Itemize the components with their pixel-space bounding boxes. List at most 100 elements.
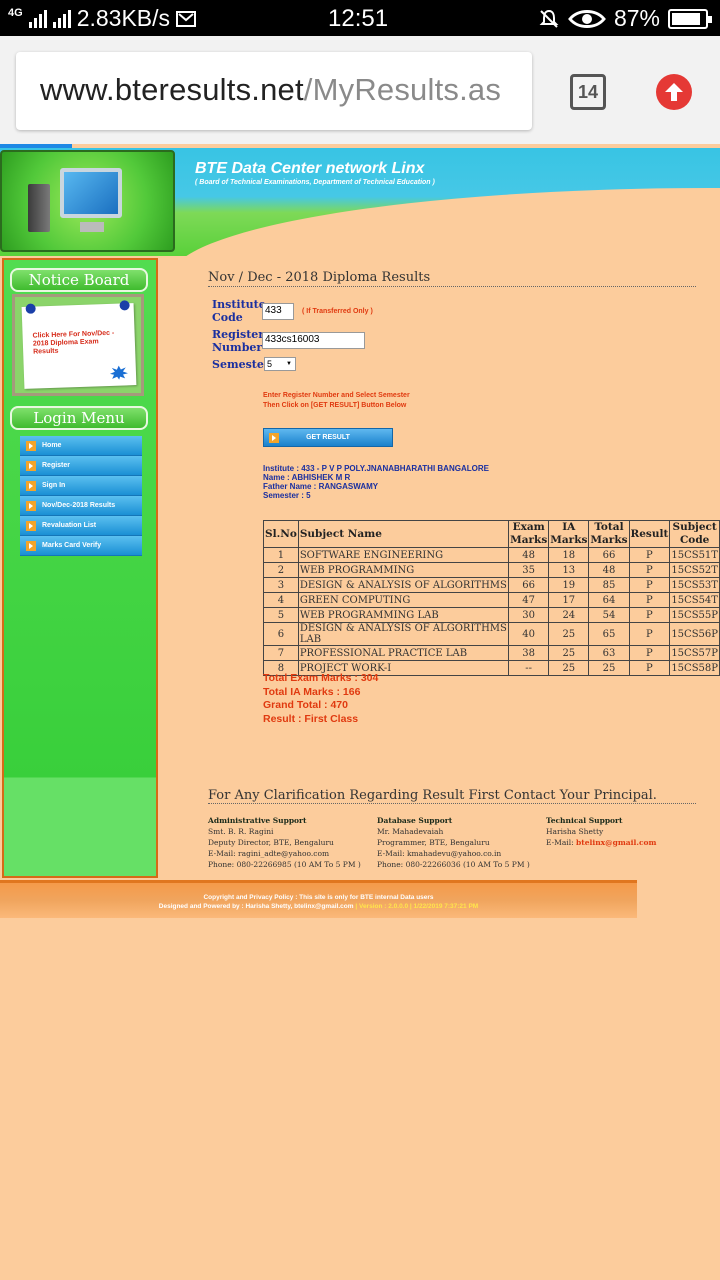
footer: Copyright and Privacy Policy : This site…	[0, 880, 637, 918]
cell-subject-code: 15CS54T	[669, 592, 720, 608]
arrow-right-icon	[269, 433, 279, 443]
technical-support-title: Technical Support	[546, 816, 623, 825]
notice-board-image[interactable]: Click Here For Nov/Dec - 2018 Diploma Ex…	[12, 294, 144, 396]
notice-paper: Click Here For Nov/Dec - 2018 Diploma Ex…	[21, 300, 137, 389]
cell-exam-marks: 48	[508, 547, 550, 563]
student-info: Institute : 433 - P V P POLY.JNANABHARAT…	[263, 464, 489, 500]
url-text[interactable]: www.bteresults.net/MyResults.as	[40, 72, 501, 108]
cell-result: P	[628, 592, 671, 608]
cell-total-marks: 65	[588, 622, 630, 646]
upload-button[interactable]	[656, 74, 692, 110]
cell-subject-code: 15CS57P	[669, 645, 720, 661]
register-number-label: Register Number	[212, 328, 265, 354]
cell-exam-marks: 66	[508, 577, 550, 593]
arrow-right-icon	[26, 461, 36, 471]
signal-2-icon	[52, 9, 71, 28]
get-result-label: GET RESULT	[306, 434, 350, 441]
col-header-ia-marks: IA Marks	[548, 520, 590, 548]
cell-total-marks: 64	[588, 592, 630, 608]
technical-support-email-label: E-Mail:	[546, 838, 577, 847]
menu-item-results[interactable]: Nov/Dec-2018 Results	[20, 496, 142, 516]
menu-item-label: Sign In	[42, 482, 66, 489]
cell-subject-code: 15CS58P	[669, 660, 720, 676]
table-row: 3 DESIGN & ANALYSIS OF ALGORITHMS 66 19 85 P 1…	[263, 577, 720, 593]
student-name: Name : ABHISHEK M R	[263, 473, 351, 482]
mail-icon	[176, 10, 197, 27]
instruction-line-2: Then Click on [GET RESULT] Button Below	[263, 402, 407, 409]
technical-support-email-link[interactable]: btelinx@gmail.com	[576, 838, 656, 847]
cell-slno: 2	[263, 562, 299, 578]
final-result: Result : First Class	[263, 712, 359, 725]
cell-exam-marks: --	[508, 660, 550, 676]
total-exam-marks: Total Exam Marks : 304	[263, 672, 379, 684]
cell-result: P	[628, 660, 671, 676]
chevron-down-icon: ▼	[286, 361, 292, 367]
col-header-result: Result	[628, 520, 671, 548]
url-path: /MyResults.as	[303, 72, 502, 107]
register-number-input[interactable]: 433cs16003	[262, 332, 365, 349]
data-speed: 2.83KB/s	[76, 5, 171, 31]
instruction-line-1: Enter Register Number and Select Semeste…	[263, 392, 410, 399]
table-row: 1 SOFTWARE ENGINEERING 48 18 66 P 15CS51T	[263, 547, 720, 563]
cell-result: P	[628, 622, 671, 646]
cell-result: P	[628, 645, 671, 661]
menu-item-sign-in[interactable]: Sign In	[20, 476, 142, 496]
cell-subject-code: 15CS56P	[669, 622, 720, 646]
url-domain: www.bteresults.net	[40, 72, 304, 107]
menu-item-label: Nov/Dec-2018 Results	[42, 502, 116, 509]
menu-item-marks-card-verify[interactable]: Marks Card Verify	[20, 536, 142, 556]
site-subtitle: ( Board of Technical Examinations, Depar…	[195, 179, 435, 186]
cell-total-marks: 66	[588, 547, 630, 563]
semester-selected-value: 5	[267, 359, 273, 369]
notice-board-heading: Notice Board	[10, 268, 148, 292]
address-bar[interactable]: www.bteresults.net/MyResults.as	[16, 52, 532, 130]
notice-link[interactable]: Click Here For Nov/Dec - 2018 Diploma Ex…	[33, 329, 126, 356]
admin-support-name: Smt. B. R. Ragini	[208, 827, 274, 836]
cell-total-marks: 25	[588, 660, 630, 676]
menu-item-revaluation[interactable]: Revaluation List	[20, 516, 142, 536]
cell-slno: 3	[263, 577, 299, 593]
cell-result: P	[628, 562, 671, 578]
cell-slno: 5	[263, 607, 299, 623]
banner-wave	[170, 188, 720, 256]
new-badge-icon	[109, 365, 128, 380]
status-right: 87%	[538, 5, 712, 32]
monitor-icon	[60, 168, 122, 218]
cell-ia-marks: 13	[548, 562, 590, 578]
arrow-right-icon	[26, 481, 36, 491]
menu-item-register[interactable]: Register	[20, 456, 142, 476]
sidebar: Notice Board Click Here For Nov/Dec - 20…	[2, 258, 158, 878]
table-row: 7 PROFESSIONAL PRACTICE LAB 38 25 63 P 15CS57P	[263, 645, 720, 661]
cell-slno: 7	[263, 645, 299, 661]
table-header-row: Sl.No Subject Name Exam Marks IA Marks T…	[263, 520, 720, 548]
status-left: 4G 2.83KB/s	[8, 5, 197, 32]
cell-subject-name: GREEN COMPUTING	[297, 592, 510, 608]
semester-select[interactable]: 5 ▼	[264, 357, 296, 371]
transfer-note: ( If Transferred Only )	[302, 308, 373, 315]
table-row: 5 WEB PROGRAMMING LAB 30 24 54 P 15CS55P	[263, 607, 720, 623]
menu-item-home[interactable]: Home	[20, 436, 142, 456]
get-result-button[interactable]: GET RESULT	[263, 428, 393, 447]
network-label: 4G	[8, 6, 23, 19]
page-title: Nov / Dec - 2018 Diploma Results	[208, 270, 696, 287]
cell-subject-name: WEB PROGRAMMING LAB	[297, 607, 510, 623]
monitor-stand	[80, 222, 104, 232]
cell-ia-marks: 17	[548, 592, 590, 608]
database-support-title: Database Support	[377, 816, 453, 825]
cell-ia-marks: 25	[548, 622, 590, 646]
cell-subject-code: 15CS53T	[669, 577, 720, 593]
login-menu: Home Register Sign In Nov/Dec-2018 Resul…	[20, 436, 142, 556]
cell-total-marks: 54	[588, 607, 630, 623]
signal-icon	[28, 9, 47, 28]
cell-subject-name: DESIGN & ANALYSIS OF ALGORITHMS LAB	[297, 622, 510, 646]
table-row: 6 DESIGN & ANALYSIS OF ALGORITHMS LAB 40 25…	[263, 622, 720, 646]
footer-copyright: Copyright and Privacy Policy : This site…	[203, 894, 434, 901]
institute-code-input[interactable]: 433	[262, 303, 294, 320]
cell-result: P	[628, 607, 671, 623]
tab-switcher-button[interactable]: 14	[570, 74, 606, 110]
cell-subject-code: 15CS55P	[669, 607, 720, 623]
grand-total: Grand Total : 470	[263, 699, 348, 711]
menu-item-label: Home	[42, 442, 62, 449]
cell-subject-name: PROFESSIONAL PRACTICE LAB	[297, 645, 510, 661]
cell-exam-marks: 38	[508, 645, 550, 661]
